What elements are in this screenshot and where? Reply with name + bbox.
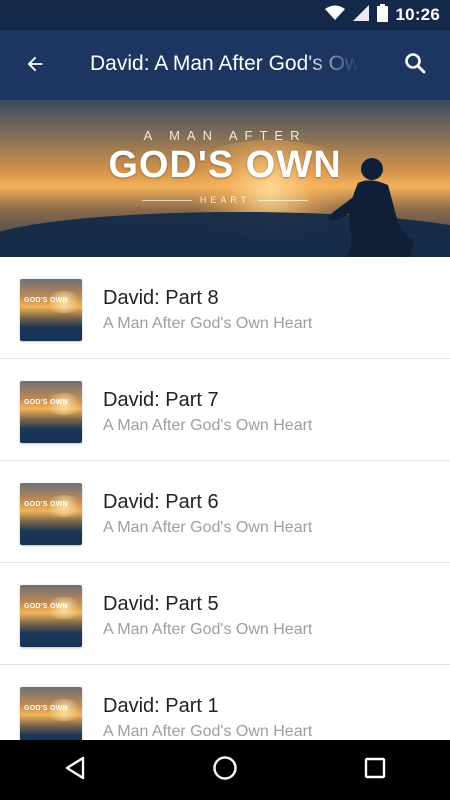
banner-line-3-row: HEART [142, 194, 308, 206]
signal-icon [352, 4, 369, 26]
episode-thumbnail: GOD'S OWN [20, 585, 82, 647]
episode-list: GOD'S OWN David: Part 8 A Man After God'… [0, 257, 450, 767]
status-icons: 10:26 [324, 0, 440, 30]
nav-home-button[interactable] [195, 740, 255, 800]
home-circle-icon [212, 755, 238, 786]
status-time: 10:26 [395, 5, 440, 24]
list-item[interactable]: GOD'S OWN David: Part 5 A Man After God'… [0, 563, 450, 665]
episode-title: David: Part 1 [103, 695, 219, 717]
thumb-label: GOD'S OWN [24, 297, 69, 304]
wifi-icon [324, 5, 345, 26]
list-item[interactable]: GOD'S OWN David: Part 7 A Man After God'… [0, 359, 450, 461]
episode-thumbnail: GOD'S OWN [20, 279, 82, 341]
banner-line-2: GOD'S OWN [108, 144, 342, 186]
nav-back-button[interactable] [45, 740, 105, 800]
episode-thumbnail: GOD'S OWN [20, 483, 82, 545]
list-item[interactable]: GOD'S OWN David: Part 8 A Man After God'… [0, 257, 450, 359]
page-title: David: A Man After God's Own Heart [90, 52, 360, 76]
banner-line-1: A MAN AFTER [143, 128, 307, 143]
search-icon [403, 51, 427, 80]
divider [142, 199, 192, 201]
series-banner: A MAN AFTER GOD'S OWN HEART [0, 100, 450, 257]
nav-recents-button[interactable] [345, 740, 405, 800]
thumb-label: GOD'S OWN [24, 399, 69, 406]
banner-line-3: HEART [199, 195, 251, 205]
episode-title: David: Part 8 [103, 287, 219, 309]
episode-title: David: Part 7 [103, 389, 219, 411]
back-button[interactable] [18, 49, 52, 83]
episode-title: David: Part 5 [103, 593, 219, 615]
arrow-left-icon [24, 53, 46, 80]
episode-subtitle: A Man After God's Own Heart [103, 417, 313, 434]
thumb-label: GOD'S OWN [24, 603, 69, 610]
list-item[interactable]: GOD'S OWN David: Part 6 A Man After God'… [0, 461, 450, 563]
battery-icon [376, 3, 388, 27]
search-button[interactable] [398, 48, 432, 82]
back-triangle-icon [64, 756, 86, 785]
system-nav-bar [0, 740, 450, 800]
episode-subtitle: A Man After God's Own Heart [103, 315, 313, 332]
episode-subtitle: A Man After God's Own Heart [103, 519, 313, 536]
thumb-label: GOD'S OWN [24, 705, 69, 712]
app-bar: David: A Man After God's Own Heart [0, 30, 450, 100]
episode-subtitle: A Man After God's Own Heart [103, 723, 313, 740]
status-bar: 10:26 [0, 0, 450, 30]
recents-square-icon [364, 757, 386, 784]
thumb-label: GOD'S OWN [24, 501, 69, 508]
episode-title: David: Part 6 [103, 491, 219, 513]
episode-subtitle: A Man After God's Own Heart [103, 621, 313, 638]
divider [258, 199, 308, 201]
episode-thumbnail: GOD'S OWN [20, 381, 82, 443]
